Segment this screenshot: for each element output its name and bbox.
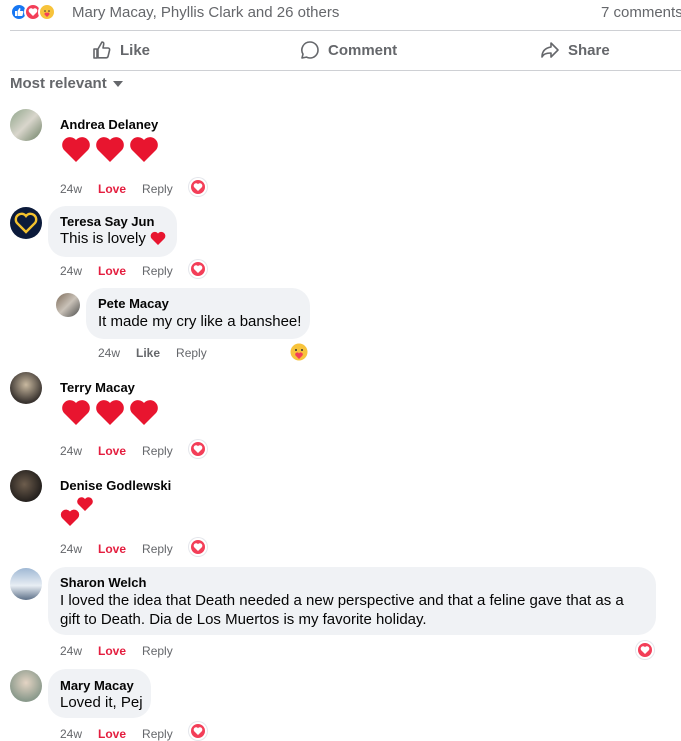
love-badge-icon[interactable] [636,641,654,659]
share-arrow-icon [541,42,559,58]
love-badge-icon[interactable] [189,722,207,740]
avatar[interactable] [56,293,80,317]
comment-button-label: Comment [328,41,398,59]
comment-count[interactable]: 7 comments [601,4,681,21]
care-badge-icon[interactable] [289,342,309,362]
love-reaction-button[interactable]: Love [98,542,126,556]
avatar[interactable] [10,372,42,404]
reply-button[interactable]: Reply [142,727,173,741]
heart-icon [62,400,90,425]
avatar[interactable] [10,109,42,141]
comment-text: Loved it, Pej [60,694,143,711]
comment-meta: 24w Love Reply [60,542,173,556]
love-badge-icon[interactable] [189,538,207,556]
avatar[interactable] [10,568,42,600]
comment-meta: 24w Love Reply [60,264,173,278]
heart-icon [130,400,158,425]
comment-time[interactable]: 24w [60,264,82,278]
comment-meta: 24w Love Reply [60,727,173,741]
reply-button[interactable]: Reply [142,644,173,658]
divider [10,30,681,31]
comment-meta: 24w Like Reply [98,346,207,360]
divider [10,70,681,71]
comment-time[interactable]: 24w [60,542,82,556]
love-reaction-button[interactable]: Love [98,644,126,658]
caret-down-icon [112,80,123,87]
love-reaction-button[interactable]: Love [98,444,126,458]
two-hearts-icon [60,497,93,526]
comment-text-line: I loved the idea that Death needed a new… [60,592,624,609]
comment-author[interactable]: Sharon Welch [60,575,146,590]
sort-dropdown[interactable]: Most relevant [10,75,123,92]
heart-emoji-comment [60,133,160,165]
share-button[interactable]: Share [540,34,610,66]
love-reaction-button[interactable]: Love [98,182,126,196]
heart-icon [150,231,166,245]
care-icon [38,3,56,21]
comment-author[interactable]: Pete Macay [98,296,169,311]
reactors-names[interactable]: Mary Macay, Phyllis Clark and 26 others [72,4,339,21]
love-badge-icon[interactable] [189,440,207,458]
comment-meta: 24w Love Reply [60,182,173,196]
comment-time[interactable]: 24w [60,182,82,196]
comment-meta: 24w Love Reply [60,444,173,458]
share-button-label: Share [568,41,610,59]
love-badge-icon[interactable] [189,260,207,278]
comment-time[interactable]: 24w [60,727,82,741]
comment-text: This is lovely [60,229,166,249]
avatar[interactable] [10,470,42,502]
love-reaction-button[interactable]: Love [98,264,126,278]
comment-author[interactable]: Denise Godlewski [60,478,171,493]
reply-button[interactable]: Reply [142,182,173,196]
heart-icon [96,137,124,162]
comment-author[interactable]: Mary Macay [60,678,134,693]
like-reaction-button[interactable]: Like [136,346,160,360]
love-reaction-button[interactable]: Love [98,727,126,741]
comment-text: It made my cry like a banshee! [98,313,302,330]
speech-bubble-icon [301,41,319,59]
heart-emoji-comment [60,396,160,428]
comment-text-body: This is lovely [60,230,146,247]
reaction-summary[interactable]: Mary Macay, Phyllis Clark and 26 others … [0,0,681,28]
heart-icon [62,137,90,162]
reply-button[interactable]: Reply [142,264,173,278]
comment-time[interactable]: 24w [98,346,120,360]
comment-author[interactable]: Terry Macay [60,380,135,395]
comment-author[interactable]: Andrea Delaney [60,117,158,132]
comment-time[interactable]: 24w [60,444,82,458]
love-badge-icon[interactable] [189,178,207,196]
reply-button[interactable]: Reply [142,444,173,458]
reply-button[interactable]: Reply [176,346,207,360]
like-button-label: Like [120,41,151,59]
thumbs-up-icon [93,41,111,59]
comment-button[interactable]: Comment [300,34,397,66]
comment-text-line: gift to Death. Dia de Los Muertos is my … [60,611,427,628]
like-button[interactable]: Like [92,34,150,66]
avatar[interactable] [10,207,42,239]
comment-time[interactable]: 24w [60,644,82,658]
comment-author[interactable]: Teresa Say Jun [60,214,154,229]
comment-meta: 24w Love Reply [60,644,173,658]
heart-icon [130,137,158,162]
heart-icon [96,400,124,425]
reply-button[interactable]: Reply [142,542,173,556]
avatar[interactable] [10,670,42,702]
sort-label: Most relevant [10,75,107,92]
